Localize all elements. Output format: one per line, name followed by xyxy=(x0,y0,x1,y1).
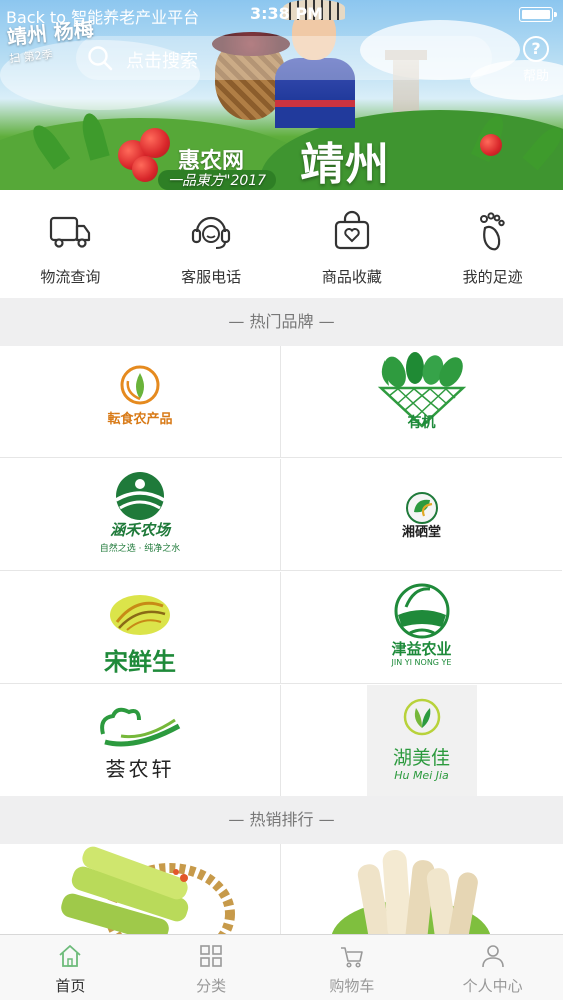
tab-profile[interactable]: 个人中心 xyxy=(422,935,563,1000)
tab-category[interactable]: 分类 xyxy=(141,935,282,1000)
brand-card[interactable]: 荟农轩 xyxy=(0,685,281,797)
brand-name: 津益农业 xyxy=(391,640,452,658)
tab-category-label: 分类 xyxy=(196,977,227,995)
brand-card[interactable]: 宋鲜生 xyxy=(0,572,281,684)
help-button[interactable]: ? 帮助 xyxy=(514,36,558,84)
favorite-bag-icon xyxy=(334,210,369,250)
search-icon xyxy=(88,46,113,71)
battery-icon xyxy=(519,7,557,22)
hot-sales-list xyxy=(0,844,563,936)
home-icon xyxy=(59,945,81,967)
brand-card[interactable]: 転食农产品 xyxy=(0,346,281,458)
wave-cloud-logo-icon xyxy=(100,707,181,747)
brand-name: 転食农产品 xyxy=(107,412,173,427)
tab-profile-label: 个人中心 xyxy=(462,977,523,995)
brand-subtitle: Hu Mei Jia xyxy=(394,769,449,782)
tab-cart-label: 购物车 xyxy=(329,977,375,995)
quick-logistics-label: 物流查询 xyxy=(40,268,101,286)
bottom-tab-bar: 首页 分类 购物车 个人中心 xyxy=(0,934,563,1000)
quick-favorites-label: 商品收藏 xyxy=(321,268,382,286)
brand-logo xyxy=(281,697,562,737)
quick-favorites[interactable]: 商品收藏 xyxy=(282,190,423,298)
banner-city: 靖州 xyxy=(300,139,390,190)
quick-logistics[interactable]: 物流查询 xyxy=(0,190,141,298)
status-bar: Back to 智能养老产业平台 3:38 PM xyxy=(0,0,563,28)
banner-slogan: 一品東方"2017 xyxy=(158,170,277,190)
status-time: 3:38 PM xyxy=(250,4,324,23)
quick-service-phone[interactable]: 客服电话 xyxy=(141,190,282,298)
person-icon xyxy=(481,945,504,968)
search-bar[interactable]: 点击搜索 xyxy=(76,36,492,80)
help-label: 帮助 xyxy=(522,69,549,84)
help-icon: ? xyxy=(523,36,549,62)
bayberry xyxy=(132,156,158,182)
brand-logo xyxy=(0,580,280,650)
brand-card[interactable]: 湖美佳 Hu Mei Jia xyxy=(281,685,562,797)
category-grid-icon xyxy=(200,945,222,967)
brand-card[interactable]: 湘硒堂 xyxy=(281,459,562,571)
brand-subtitle: JIN YI NONG YE xyxy=(391,658,452,667)
bayberry xyxy=(480,134,502,156)
brand-name: 荟农轩 xyxy=(105,757,175,781)
footprint-icon xyxy=(479,212,505,251)
hot-sales-header: — 热销排行 — xyxy=(0,796,563,844)
tab-home-label: 首页 xyxy=(55,977,86,995)
headset-icon xyxy=(192,216,231,249)
brand-name: 有机 xyxy=(407,415,436,431)
brand-grid: 転食农产品 有机 涵禾农场 自然之选 · 纯净之水 湘硒堂 宋鲜生 津益农业 J… xyxy=(0,346,563,797)
hero-banner[interactable]: 靖州 杨梅 扫 第2季 惠农网 靖州 一品東方"2017 Back to 智能养… xyxy=(0,0,563,190)
product-card[interactable] xyxy=(0,844,281,936)
bamboo-shoots-image xyxy=(61,846,235,936)
farm-field-logo-icon xyxy=(394,583,449,639)
search-placeholder: 点击搜索 xyxy=(126,51,198,72)
brand-card[interactable]: 涵禾农场 自然之选 · 纯净之水 xyxy=(0,459,281,571)
back-to-app-link[interactable]: Back to 智能养老产业平台 xyxy=(6,4,199,28)
quick-footprints[interactable]: 我的足迹 xyxy=(422,190,563,298)
brand-name: 宋鲜生 xyxy=(104,648,176,676)
brand-card[interactable]: 有机 xyxy=(281,346,562,458)
grain-oval-logo-icon xyxy=(110,595,170,635)
brand-name: 湘硒堂 xyxy=(401,525,441,540)
tab-home[interactable]: 首页 xyxy=(0,935,141,1000)
sprout-logo-icon xyxy=(403,698,440,736)
tab-cart[interactable]: 购物车 xyxy=(282,935,423,1000)
product-card[interactable] xyxy=(281,844,562,936)
quick-service-label: 客服电话 xyxy=(181,268,242,286)
brand-name: 涵禾农场 xyxy=(109,521,170,539)
brand-card[interactable]: 津益农业 JIN YI NONG YE xyxy=(281,572,562,684)
brand-subtitle: 自然之选 · 纯净之水 xyxy=(99,544,181,554)
yams-image xyxy=(331,850,491,936)
field-logo-icon xyxy=(115,472,165,520)
quick-actions: 物流查询 客服电话 商品收藏 我的足迹 xyxy=(0,190,563,298)
brand-name: 湖美佳 xyxy=(392,747,450,769)
hot-brands-header: — 热门品牌 — xyxy=(0,298,563,346)
cart-icon xyxy=(340,947,363,968)
bayberry xyxy=(140,128,170,158)
brand-logo xyxy=(281,576,562,646)
truck-icon xyxy=(50,216,91,248)
quick-footprints-label: 我的足迹 xyxy=(462,268,523,286)
